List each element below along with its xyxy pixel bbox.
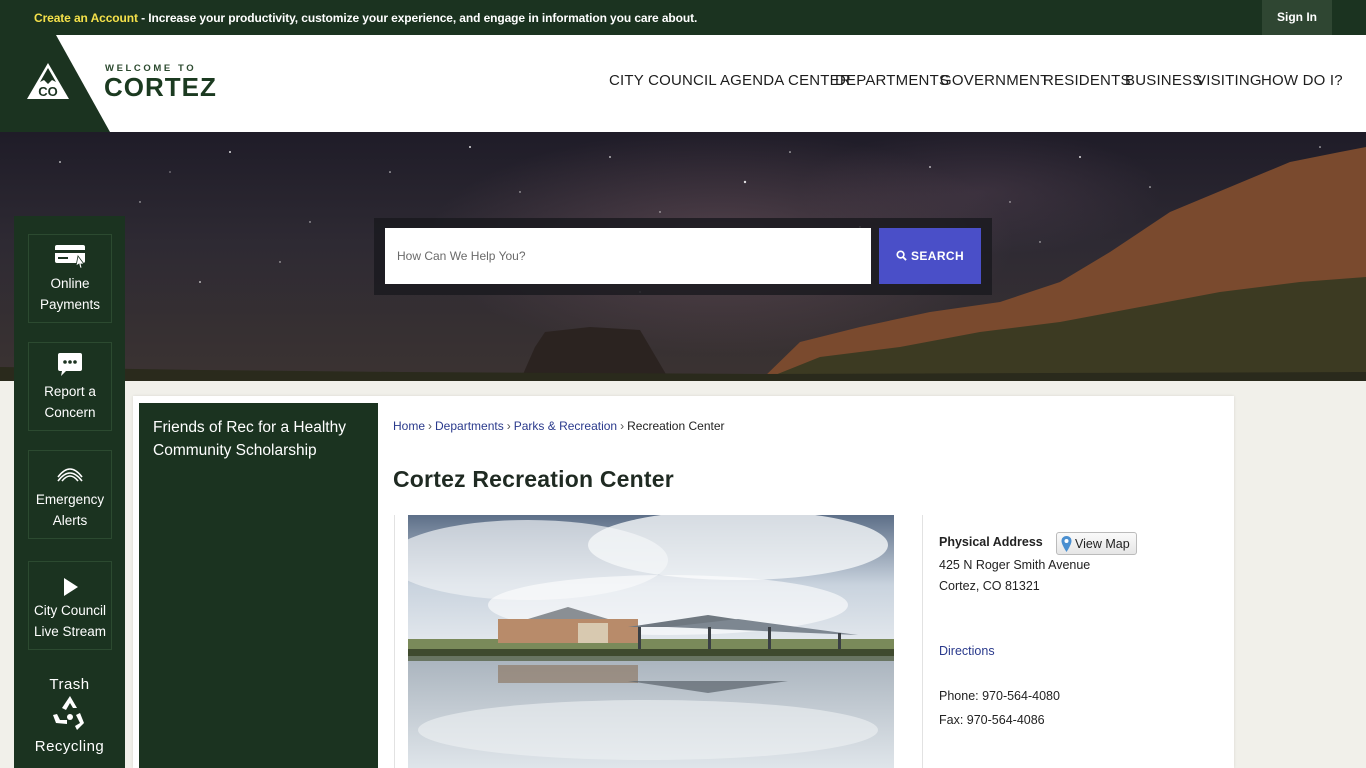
trash-label: Trash <box>49 676 90 693</box>
site-header: CO WELCOME TO CORTEZ CITY COUNCIL AGENDA… <box>0 35 1366 132</box>
map-pin-icon <box>1061 536 1072 552</box>
quicklink-line2: Concern <box>44 405 96 420</box>
quicklink-report-concern[interactable]: Report a Concern <box>28 342 112 431</box>
quicklink-line1: Emergency <box>35 492 105 507</box>
create-account-link[interactable]: Create an Account <box>34 11 138 25</box>
search-button-label: SEARCH <box>910 249 965 263</box>
breadcrumb-separator: › <box>506 419 511 433</box>
play-icon <box>29 570 111 600</box>
quicklink-line2: Live Stream <box>33 624 107 639</box>
sign-in-button[interactable]: Sign In <box>1262 0 1332 35</box>
nav-departments[interactable]: DEPARTMENTS <box>835 72 949 89</box>
quicklink-trash-recycling[interactable]: Trash Recycling <box>14 676 125 755</box>
search-button[interactable]: SEARCH <box>879 228 981 284</box>
quicklink-city-council-live-stream[interactable]: City Council Live Stream <box>28 561 112 650</box>
account-promo: Create an Account - Increase your produc… <box>34 11 697 25</box>
nav-government[interactable]: GOVERNMENT <box>940 72 1050 89</box>
quicklink-emergency-alerts[interactable]: Emergency Alerts <box>28 450 112 539</box>
chat-bubble-icon <box>29 351 111 381</box>
quicklink-line2: Alerts <box>52 513 88 528</box>
breadcrumb-separator: › <box>428 419 433 433</box>
recycle-icon <box>52 696 84 730</box>
account-promo-text: - Increase your productivity, customize … <box>137 11 698 25</box>
alert-waves-icon <box>29 459 111 489</box>
contact-info: Physical Address <box>939 535 1043 549</box>
sidenav-item-friends-of-rec[interactable]: Friends of Rec for a Healthy Community S… <box>153 416 368 462</box>
quicklink-line2: Payments <box>39 297 101 312</box>
address-line-2: Cortez, CO 81321 <box>939 579 1040 593</box>
cortez-logo-icon[interactable]: CO <box>26 62 70 105</box>
breadcrumb-home[interactable]: Home <box>393 419 425 433</box>
quick-links-panel: Online Payments Report a Concern Emergen… <box>14 216 125 768</box>
page-title: Cortez Recreation Center <box>393 466 674 492</box>
search-input[interactable] <box>385 228 871 284</box>
recreation-center-photo <box>408 515 894 768</box>
recycling-label: Recycling <box>34 738 105 755</box>
logo-mark-text: CO <box>38 84 58 99</box>
address-line-1: 425 N Roger Smith Avenue <box>939 558 1091 572</box>
nav-city-council-agenda-center[interactable]: CITY COUNCIL AGENDA CENTER <box>609 72 851 89</box>
search-icon <box>896 250 907 261</box>
view-map-button[interactable]: View Map <box>1056 532 1137 555</box>
breadcrumb-parks-recreation[interactable]: Parks & Recreation <box>514 419 617 433</box>
fax-number: Fax: 970-564-4086 <box>939 713 1045 727</box>
city-name[interactable]: CORTEZ <box>104 72 217 103</box>
breadcrumb: Home › Departments › Parks & Recreation › Recr… <box>393 419 725 433</box>
quicklink-line1: City Council <box>33 603 107 618</box>
view-map-label: View Map <box>1075 536 1130 551</box>
breadcrumb-departments[interactable]: Departments <box>435 419 504 433</box>
breadcrumb-current: Recreation Center <box>627 419 725 433</box>
quicklink-line1: Report a <box>44 384 96 399</box>
top-utility-bar: Create an Account - Increase your produc… <box>0 0 1366 35</box>
quicklink-online-payments[interactable]: Online Payments <box>28 234 112 323</box>
nav-how-do-i[interactable]: HOW DO I? <box>1261 72 1343 89</box>
side-navigation: Friends of Rec for a Healthy Community S… <box>139 403 378 768</box>
phone-number[interactable]: Phone: 970-564-4080 <box>939 689 1060 703</box>
nav-business[interactable]: BUSINESS <box>1125 72 1202 89</box>
quicklink-line1: Online <box>50 276 90 291</box>
nav-visiting[interactable]: VISITING <box>1196 72 1262 89</box>
directions-link[interactable]: Directions <box>939 644 995 658</box>
credit-card-icon <box>29 243 111 273</box>
directions-wrap: Directions <box>939 644 995 658</box>
breadcrumb-separator: › <box>620 419 625 433</box>
physical-address-label: Physical Address <box>939 535 1043 549</box>
nav-residents[interactable]: RESIDENTS <box>1043 72 1131 89</box>
